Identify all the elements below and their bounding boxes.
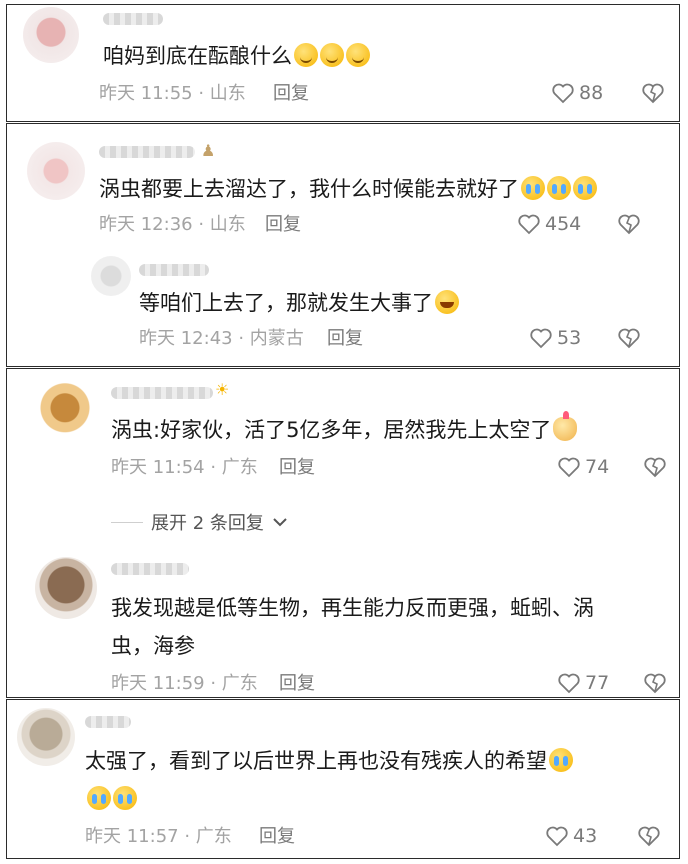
username-blurred[interactable] — [99, 146, 195, 158]
broken-heart-icon — [617, 213, 641, 235]
like-button[interactable]: 53 — [529, 327, 581, 349]
like-count: 53 — [557, 327, 582, 349]
reply-button[interactable]: 回复 — [265, 214, 301, 236]
avatar[interactable] — [23, 7, 79, 63]
comment-panel-3: ☀ 涡虫:好家伙，活了5亿多年，居然我先上太空了 昨天 11:54 · 广东 回… — [6, 368, 680, 698]
heart-outline-icon — [557, 672, 581, 694]
avatar[interactable] — [33, 379, 97, 443]
broken-heart-icon — [637, 825, 661, 847]
like-count: 74 — [585, 456, 610, 478]
dislike-button[interactable] — [643, 456, 667, 478]
comment-time-location: 昨天 11:55 · 山东 — [99, 83, 246, 104]
avatar[interactable] — [17, 708, 75, 766]
crying-emoji-icon — [87, 786, 111, 810]
like-button[interactable]: 454 — [517, 213, 581, 235]
reply-time-location: 昨天 12:43 · 内蒙古 — [139, 328, 304, 349]
heart-outline-icon — [551, 82, 575, 104]
crying-emoji-icon — [113, 786, 137, 810]
reply-button[interactable]: 回复 — [279, 673, 315, 695]
like-button[interactable]: 88 — [551, 82, 603, 104]
crying-emoji-icon — [547, 176, 571, 200]
reply-button[interactable]: 回复 — [279, 457, 315, 479]
reply-button[interactable]: 回复 — [327, 328, 363, 350]
like-button[interactable]: 74 — [557, 456, 609, 478]
heart-outline-icon — [517, 213, 541, 235]
reply-text: 等咱们上去了，那就发生大事了 — [139, 284, 459, 322]
comment-time-location: 昨天 11:59 · 广东 — [111, 673, 258, 694]
like-count: 88 — [579, 82, 604, 104]
laughing-emoji-icon — [435, 290, 459, 314]
like-count: 454 — [545, 213, 582, 235]
like-count: 77 — [585, 672, 610, 694]
comment-text-line-1: 我发现越是低等生物，再生能力反而更强，蚯蚓、涡 — [111, 596, 594, 620]
reply-button[interactable]: 回复 — [259, 826, 295, 848]
comment-text: 涡虫:好家伙，活了5亿多年，居然我先上太空了 — [111, 411, 578, 449]
dislike-button[interactable] — [641, 82, 665, 104]
crying-emoji-icon — [573, 176, 597, 200]
chevron-down-icon — [272, 512, 288, 533]
dislike-button[interactable] — [617, 327, 641, 349]
username-blurred[interactable] — [111, 563, 189, 575]
comment-panel-4: 太强了，看到了以后世界上再也没有残疾人的希望 昨天 11:57 · 广东 回复 … — [6, 699, 680, 859]
sun-badge-icon: ☀ — [215, 380, 230, 399]
broken-heart-icon — [641, 82, 665, 104]
like-count: 43 — [573, 825, 598, 847]
like-button[interactable]: 43 — [545, 825, 597, 847]
heart-outline-icon — [545, 825, 569, 847]
avatar[interactable] — [35, 557, 97, 619]
broken-heart-icon — [617, 327, 641, 349]
comment-text-line-2 — [85, 780, 137, 818]
comment-text: 我发现越是低等生物，再生能力反而更强，蚯蚓、涡 虫，海参 — [111, 589, 594, 665]
crying-emoji-icon — [549, 748, 573, 772]
comment-text: 涡虫都要上去溜达了，我什么时候能去就好了 — [99, 170, 597, 208]
user-badge-icon: ♟ — [201, 141, 216, 160]
expand-replies-button[interactable]: 展开 2 条回复 — [111, 509, 288, 535]
comment-time-location: 昨天 11:57 · 广东 — [85, 826, 232, 847]
comment-text: 太强了，看到了以后世界上再也没有残疾人的希望 — [85, 742, 573, 780]
heart-outline-icon — [529, 327, 553, 349]
expand-replies-label: 展开 2 条回复 — [151, 513, 264, 534]
reply-avatar[interactable] — [91, 256, 131, 296]
comment-text-line-2: 虫，海参 — [111, 634, 195, 658]
username-blurred[interactable] — [103, 13, 163, 25]
smirk-emoji-icon — [294, 43, 318, 67]
like-button[interactable]: 77 — [557, 672, 609, 694]
broken-heart-icon — [643, 456, 667, 478]
avatar[interactable] — [27, 142, 85, 200]
broken-heart-icon — [643, 672, 667, 694]
gift-emoji-icon — [553, 411, 578, 441]
divider — [111, 521, 143, 523]
heart-outline-icon — [557, 456, 581, 478]
comment-panel-1: 咱妈到底在酝酿什么 昨天 11:55 · 山东 回复 88 — [6, 4, 680, 122]
comment-text: 咱妈到底在酝酿什么 — [103, 37, 370, 75]
smirk-emoji-icon — [346, 43, 370, 67]
dislike-button[interactable] — [617, 213, 641, 235]
reply-button[interactable]: 回复 — [273, 83, 309, 105]
comment-time-location: 昨天 12:36 · 山东 — [99, 214, 246, 235]
crying-emoji-icon — [521, 176, 545, 200]
reply-username-blurred[interactable] — [139, 264, 209, 276]
comment-time-location: 昨天 11:54 · 广东 — [111, 457, 258, 478]
dislike-button[interactable] — [637, 825, 661, 847]
dislike-button[interactable] — [643, 672, 667, 694]
username-blurred[interactable] — [111, 387, 213, 399]
username-blurred[interactable] — [85, 716, 131, 728]
comment-panel-2: ♟ 涡虫都要上去溜达了，我什么时候能去就好了 昨天 12:36 · 山东 回复 … — [6, 123, 680, 367]
smirk-emoji-icon — [320, 43, 344, 67]
